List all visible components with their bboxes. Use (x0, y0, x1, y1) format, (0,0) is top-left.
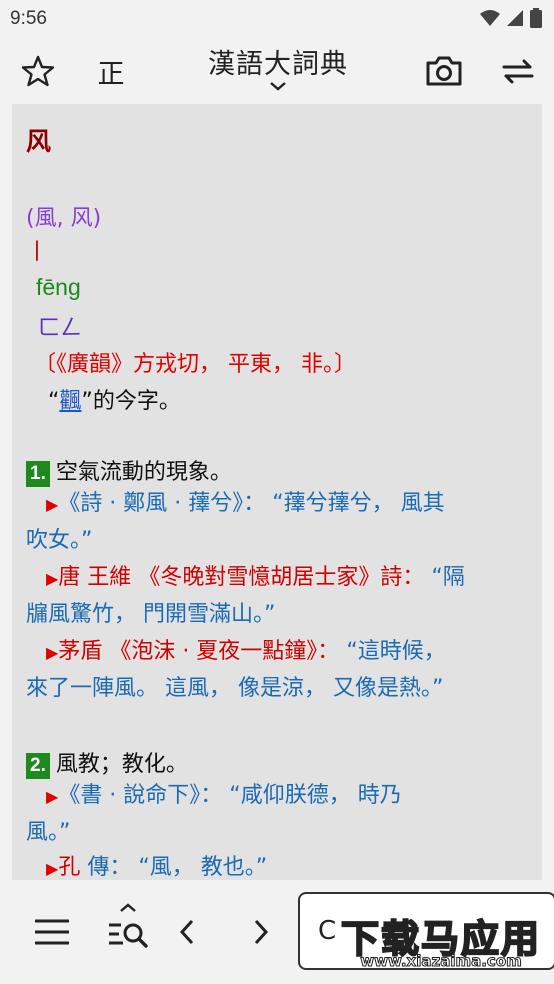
citation: ▶唐 王維 《冬晚對雪憶胡居士家》詩： “隔 牖風驚竹， 門開雪滿山。” (26, 560, 526, 633)
watermark-logo: 下载马应用 www.xiazaima.com (330, 908, 552, 978)
citation: ▶茅盾 《泡沫 · 夏夜一點鐘》： “這時候， 來了一陣風。 這風， 像是涼， … (26, 634, 526, 707)
etymology-prefix: “ (48, 389, 60, 414)
battery-icon (530, 8, 542, 28)
camera-button[interactable] (422, 38, 466, 104)
chevron-left-icon (179, 919, 194, 945)
citation-source: 《書 · 說命下》： (58, 783, 223, 808)
dictionary-selector[interactable]: 漢語大詞典 (180, 42, 376, 102)
etymology-suffix: ”的今字。 (81, 389, 181, 414)
rhyme-source: 〔《廣韻》方戎切， 平東， 非。〕 (34, 352, 356, 377)
citation: ▶《詩 · 鄭風 · 蘀兮》： “蘀兮蘀兮， 風其 吹女。” (26, 486, 526, 559)
status-bar: 9:56 (0, 0, 554, 38)
citation-quote: “蘀兮蘀兮， 風其 (272, 491, 445, 516)
sense-gloss: 風教；教化。 (55, 752, 188, 777)
citation-quote: “這時候， (346, 639, 446, 664)
top-toolbar: 正 漢語大詞典 (0, 38, 554, 104)
camera-icon (426, 56, 462, 86)
status-icons (480, 8, 542, 28)
citation-bullet-icon: ▶ (46, 495, 59, 514)
next-entry-button[interactable] (244, 910, 278, 954)
sense-number: 1. (26, 461, 50, 487)
hamburger-menu-icon (35, 919, 69, 945)
citation-source: 傳： (87, 855, 132, 880)
citation: ▶《書 · 說命下》： “咸仰朕德， 時乃 風。” (26, 778, 526, 851)
etymology-note: “飌”的今字。 (48, 383, 181, 415)
citation-author: 孔 (58, 855, 81, 880)
chevron-right-icon (254, 919, 269, 945)
citation-source: 《冬晚對雪憶胡居士家》詩： (138, 565, 425, 590)
pinyin: fēng (36, 274, 81, 300)
citation-quote: “風， 教也。” (138, 855, 268, 880)
signal-icon (507, 10, 523, 26)
sense-2-heading: 2. 風教；教化。 (26, 746, 188, 779)
citation-quote: “隔 (431, 565, 465, 590)
bottom-toolbar: C 下载马应用 www.xiazaima.com (0, 880, 554, 984)
citation-bullet-icon: ▶ (46, 643, 59, 662)
wifi-icon (480, 10, 500, 26)
zhuyin: ㄈㄥ (38, 316, 83, 341)
citation-author: 唐 王維 (58, 565, 132, 590)
menu-button[interactable] (30, 910, 74, 954)
variant-toggle-button[interactable]: 正 (88, 38, 134, 104)
previous-entry-button[interactable] (170, 910, 204, 954)
citation-bullet-icon: ▶ (46, 569, 59, 588)
citation-source: 《詩 · 鄭風 · 蘀兮》： (58, 491, 266, 516)
sense-1-heading: 1. 空氣流動的現象。 (26, 454, 232, 487)
favorite-button[interactable] (16, 38, 60, 104)
headword: 风 (26, 127, 52, 156)
watermark-url: www.xiazaima.com (360, 952, 523, 971)
citation-source: 《泡沫 · 夏夜一點鐘》： (109, 639, 340, 664)
entry-content[interactable]: 风 (風, 风) 丨 fēng ㄈㄥ 〔《廣韻》方戎切， 平東， 非。〕 “飌”… (12, 104, 542, 880)
citation-bullet-icon: ▶ (46, 859, 59, 878)
sense-number: 2. (26, 753, 50, 779)
variant-forms: (風, 风) (26, 206, 102, 231)
star-icon (21, 55, 55, 87)
radical: 丨 (26, 240, 49, 265)
citation: ▶孔 傳： “風， 教也。” (26, 850, 526, 880)
sense-gloss: 空氣流動的現象。 (55, 460, 232, 485)
status-time: 9:56 (10, 8, 47, 29)
citation-quote-cont: 來了一陣風。 這風， 像是涼， 又像是熱。” (26, 676, 444, 701)
swap-button[interactable] (496, 38, 540, 104)
search-results-button[interactable] (104, 894, 152, 958)
app-title: 漢語大詞典 (208, 49, 348, 80)
chevron-down-icon (270, 82, 286, 91)
citation-author: 茅盾 (58, 639, 103, 664)
swap-arrows-icon (502, 59, 534, 84)
citation-quote-cont: 風。” (26, 820, 71, 845)
variant-label: 正 (97, 58, 125, 90)
citation-bullet-icon: ▶ (46, 787, 59, 806)
related-word-link[interactable]: 飌 (59, 389, 81, 414)
list-search-icon (109, 923, 148, 948)
citation-quote: “咸仰朕德， 時乃 (229, 783, 402, 808)
citation-quote-cont: 牖風驚竹， 門開雪滿山。” (26, 602, 276, 627)
citation-quote-cont: 吹女。” (26, 528, 93, 553)
chevron-up-icon (120, 903, 136, 912)
